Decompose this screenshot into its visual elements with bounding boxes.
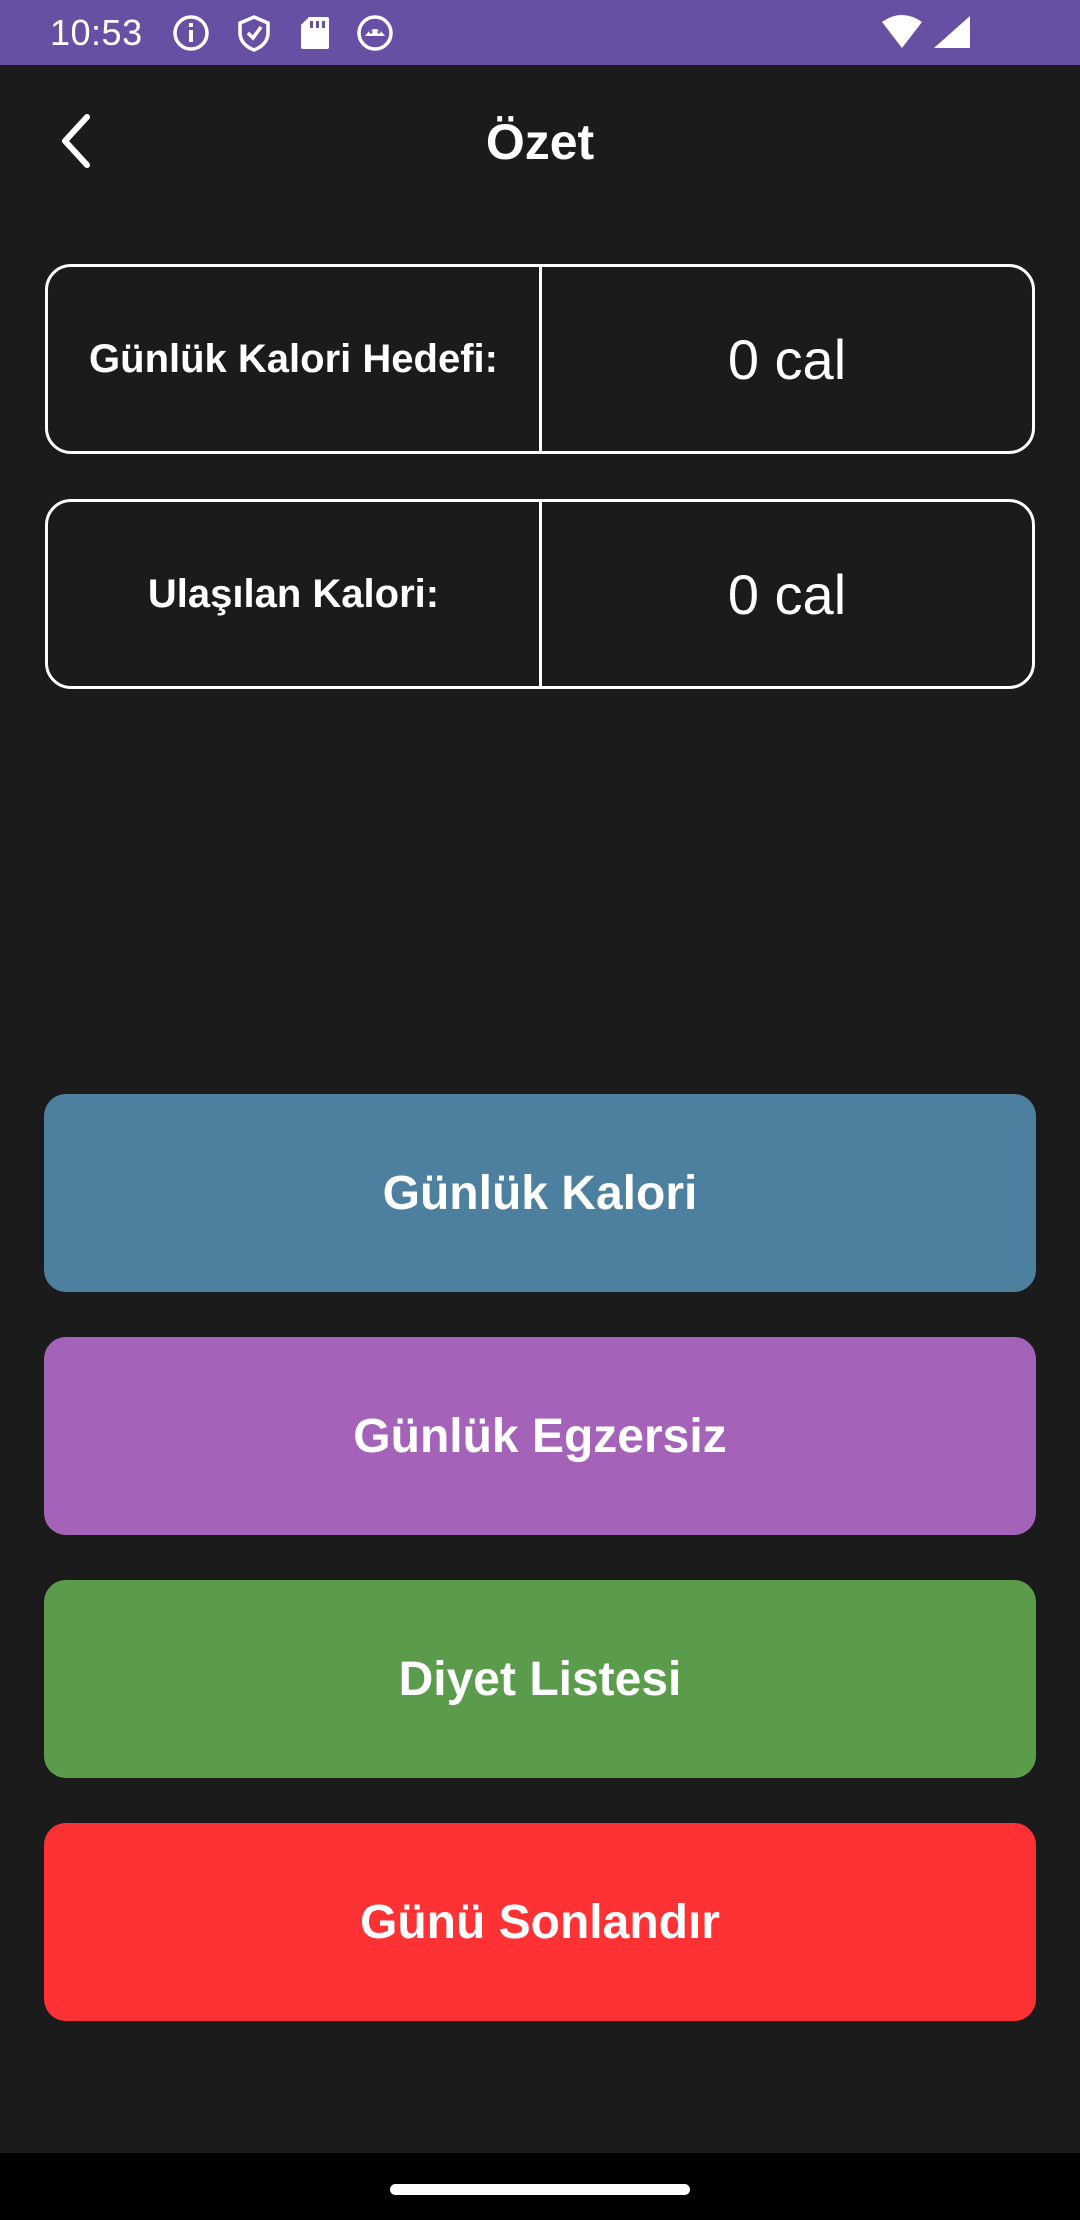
daily-exercise-button-label: Günlük Egzersiz xyxy=(353,1409,727,1463)
home-gesture-handle[interactable] xyxy=(390,2184,690,2195)
sd-card-icon xyxy=(296,14,334,52)
status-time: 10:53 xyxy=(50,12,143,53)
status-bar: 10:53 xyxy=(0,0,1080,65)
diet-list-button-label: Diyet Listesi xyxy=(398,1652,682,1706)
page-title: Özet xyxy=(485,114,595,170)
screen: 10:53 Özet Günlük Kalori Hedefi: 0 cal U… xyxy=(0,0,1080,2220)
shield-icon xyxy=(235,14,273,52)
daily-calorie-button-label: Günlük Kalori xyxy=(382,1166,698,1220)
calorie-goal-card: Günlük Kalori Hedefi: 0 cal xyxy=(45,264,1035,454)
end-day-button[interactable]: Günü Sonlandır xyxy=(44,1823,1036,2021)
signal-icon xyxy=(930,14,974,52)
navigation-bar xyxy=(0,2153,1080,2220)
calorie-goal-label: Günlük Kalori Hedefi: xyxy=(48,267,542,451)
calorie-goal-value: 0 cal xyxy=(727,327,847,391)
wifi-icon xyxy=(880,14,924,52)
end-day-button-label: Günü Sonlandır xyxy=(360,1895,720,1949)
achieved-calorie-card: Ulaşılan Kalori: 0 cal xyxy=(45,499,1035,689)
daily-exercise-button[interactable]: Günlük Egzersiz xyxy=(44,1337,1036,1535)
achieved-calorie-value: 0 cal xyxy=(727,562,847,626)
info-icon xyxy=(172,14,210,52)
diet-list-button[interactable]: Diyet Listesi xyxy=(44,1580,1036,1778)
achieved-calorie-label: Ulaşılan Kalori: xyxy=(48,502,542,686)
app-bar: Özet xyxy=(0,65,1080,225)
android-debug-icon xyxy=(356,14,394,52)
daily-calorie-button[interactable]: Günlük Kalori xyxy=(44,1094,1036,1292)
